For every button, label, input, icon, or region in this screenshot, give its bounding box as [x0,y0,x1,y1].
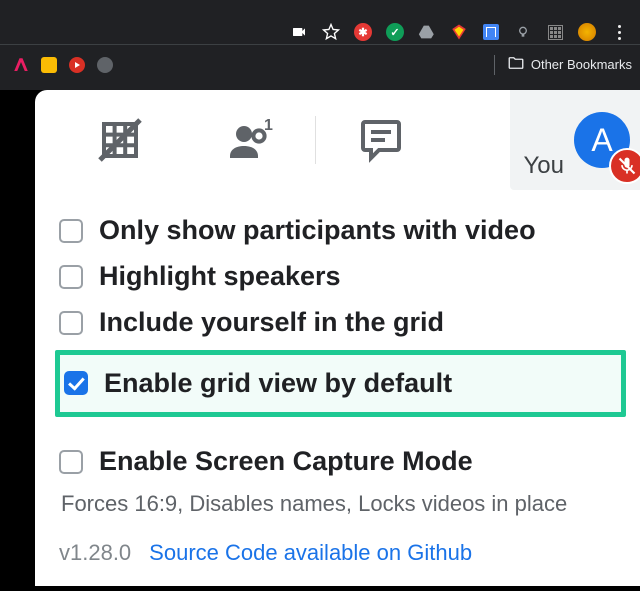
chat-icon [357,116,405,164]
tab-grid[interactable] [55,116,185,164]
ext-green-check-icon[interactable]: ✓ [386,23,404,41]
option-only-show-video[interactable]: Only show participants with video [59,208,622,254]
bookmark-orange-icon[interactable] [40,56,58,74]
option-enable-grid-default[interactable]: Enable grid view by default [64,359,617,409]
checkbox[interactable] [59,450,83,474]
folder-icon [507,54,525,75]
bookmark-m-icon[interactable] [12,56,30,74]
ext-avatar-icon[interactable] [578,23,596,41]
bookmark-play-icon[interactable] [68,56,86,74]
you-chip[interactable]: You A [510,90,640,190]
checkbox-checked[interactable] [64,371,88,395]
source-link[interactable]: Source Code available on Github [149,540,472,566]
bookmarks-bar: Other Bookmarks [0,44,640,84]
you-label: You [524,152,565,190]
other-bookmarks-label: Other Bookmarks [531,57,632,72]
ext-blue-book-icon[interactable] [482,23,500,41]
star-icon[interactable] [322,23,340,41]
tab-participants[interactable]: 1 [185,116,315,164]
highlight-box: Enable grid view by default [55,350,626,418]
ext-grid-icon[interactable] [546,23,564,41]
version-label: v1.28.0 [59,540,131,566]
ext-superman-icon[interactable] [450,23,468,41]
option-include-yourself[interactable]: Include yourself in the grid [59,300,622,346]
option-highlight-speakers[interactable]: Highlight speakers [59,254,622,300]
option-label: Enable Screen Capture Mode [99,441,473,483]
browser-chrome: ✱ ✓ [0,0,640,90]
chrome-menu-icon[interactable] [610,23,628,41]
mic-muted-icon[interactable] [609,148,640,184]
ext-bulb-icon[interactable] [514,23,532,41]
ext-red-shield-icon[interactable]: ✱ [354,23,372,41]
option-label: Enable grid view by default [104,363,452,405]
option-help-text: Forces 16:9, Disables names, Locks video… [59,489,622,520]
panel-footer: v1.28.0 Source Code available on Github [35,520,640,566]
checkbox[interactable] [59,265,83,289]
svg-text:1: 1 [264,117,273,134]
extension-panel: 1 You A Only show participants with [35,90,640,586]
checkbox[interactable] [59,311,83,335]
other-bookmarks-button[interactable]: Other Bookmarks [494,54,632,75]
panel-tabs: 1 You A [35,90,640,190]
tab-chat[interactable] [316,116,446,164]
checkbox[interactable] [59,219,83,243]
bookmark-dark-circle-icon[interactable] [96,56,114,74]
camera-icon[interactable] [290,23,308,41]
options-list: Only show participants with video Highli… [35,190,640,520]
option-label: Only show participants with video [99,210,536,252]
option-screen-capture[interactable]: Enable Screen Capture Mode [59,439,622,485]
browser-toolbar: ✱ ✓ [0,0,640,44]
avatar-letter: A [591,122,612,159]
participants-icon: 1 [226,116,274,164]
ext-drive-icon[interactable] [418,23,436,41]
option-label: Include yourself in the grid [99,302,444,344]
option-label: Highlight speakers [99,256,341,298]
grid-off-icon [96,116,144,164]
